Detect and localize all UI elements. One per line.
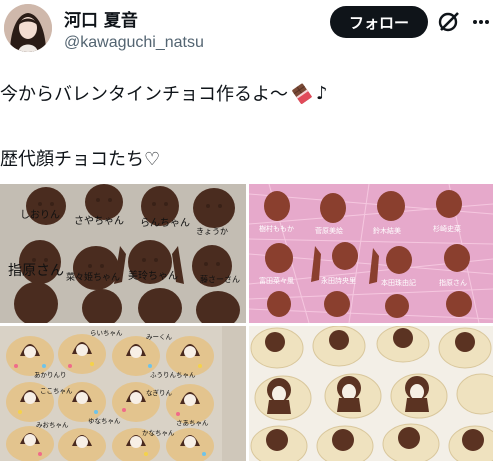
photo-label: 杉崎史菜 bbox=[433, 225, 461, 233]
photo-label: さあちゃん bbox=[176, 419, 209, 427]
photo-label: しおりん bbox=[20, 210, 60, 221]
photo-label: 菅原美絵 bbox=[315, 227, 343, 235]
photo-label: 指原さん bbox=[439, 279, 467, 287]
photo-label: 藤さーさん bbox=[200, 275, 240, 284]
photo-label: らいちゃん bbox=[90, 329, 123, 337]
photo-label: ゆなちゃん bbox=[88, 417, 121, 425]
photo-label: きょうか bbox=[196, 227, 228, 236]
photo-decorated-chocolate-tarts[interactable]: らいちゃん みーくん あかりんり ふうりんちゃん ここちゃん なぎりん ゆなちゃ… bbox=[0, 326, 246, 461]
chocolate-bar-icon bbox=[290, 82, 314, 105]
photo-label: ここちゃん bbox=[40, 387, 73, 395]
photo-label: 美玲ちゃん bbox=[128, 271, 178, 282]
photo-label: 指原さん bbox=[8, 263, 64, 279]
photo-label: 永田詩央里 bbox=[321, 277, 356, 285]
user-handle[interactable]: @kawaguchi_natsu bbox=[64, 34, 204, 52]
photo-label: ふうりんちゃん bbox=[150, 371, 196, 379]
display-name[interactable]: 河口 夏音 bbox=[64, 6, 138, 31]
avatar[interactable] bbox=[4, 4, 52, 52]
tweet-text-line-1: 今からバレンタインチョコ作るよ〜 ♪ bbox=[0, 80, 328, 106]
photo-label: 菜々姫ちゃん bbox=[66, 273, 121, 283]
photo-grid: しおりん さやちゃん らんちゃん きょうか 指原さん 菜々姫ちゃん 美玲ちゃん … bbox=[0, 184, 493, 461]
grok-icon[interactable] bbox=[436, 8, 462, 34]
tweet-text: 今からバレンタインチョコ作るよ〜 bbox=[0, 84, 288, 105]
follow-button[interactable]: フォロー bbox=[330, 6, 428, 38]
photo-pink-face-chocolates[interactable]: 樹村ももか 菅原美絵 鈴木結美 杉崎史菜 富田菜々風 永田詩央里 本田珠由記 指… bbox=[249, 184, 493, 323]
photo-label: 本田珠由記 bbox=[381, 279, 416, 287]
photo-label: みーくん bbox=[146, 333, 172, 341]
photo-brown-face-chocolates[interactable]: しおりん さやちゃん らんちゃん きょうか 指原さん 菜々姫ちゃん 美玲ちゃん … bbox=[0, 184, 246, 323]
photo-label: あかりんり bbox=[34, 371, 67, 379]
more-options-icon[interactable] bbox=[470, 8, 492, 34]
photo-label: さやちゃん bbox=[74, 216, 124, 227]
photo-chocolate-cups[interactable] bbox=[249, 326, 493, 461]
photo-label: みおちゃん bbox=[36, 421, 69, 429]
tweet-text-line-2: 歴代顔チョコたち♡ bbox=[0, 149, 161, 170]
photo-label: 樹村ももか bbox=[259, 225, 294, 233]
photo-label: なぎりん bbox=[146, 389, 172, 397]
photo-label: 富田菜々風 bbox=[259, 277, 294, 285]
photo-label: らんちゃん bbox=[140, 218, 190, 229]
tweet-header: 河口 夏音 @kawaguchi_natsu フォロー bbox=[0, 0, 493, 62]
photo-label: 鈴木結美 bbox=[373, 227, 401, 235]
music-note: ♪ bbox=[316, 82, 328, 104]
photo-label: かなちゃん bbox=[142, 429, 175, 437]
